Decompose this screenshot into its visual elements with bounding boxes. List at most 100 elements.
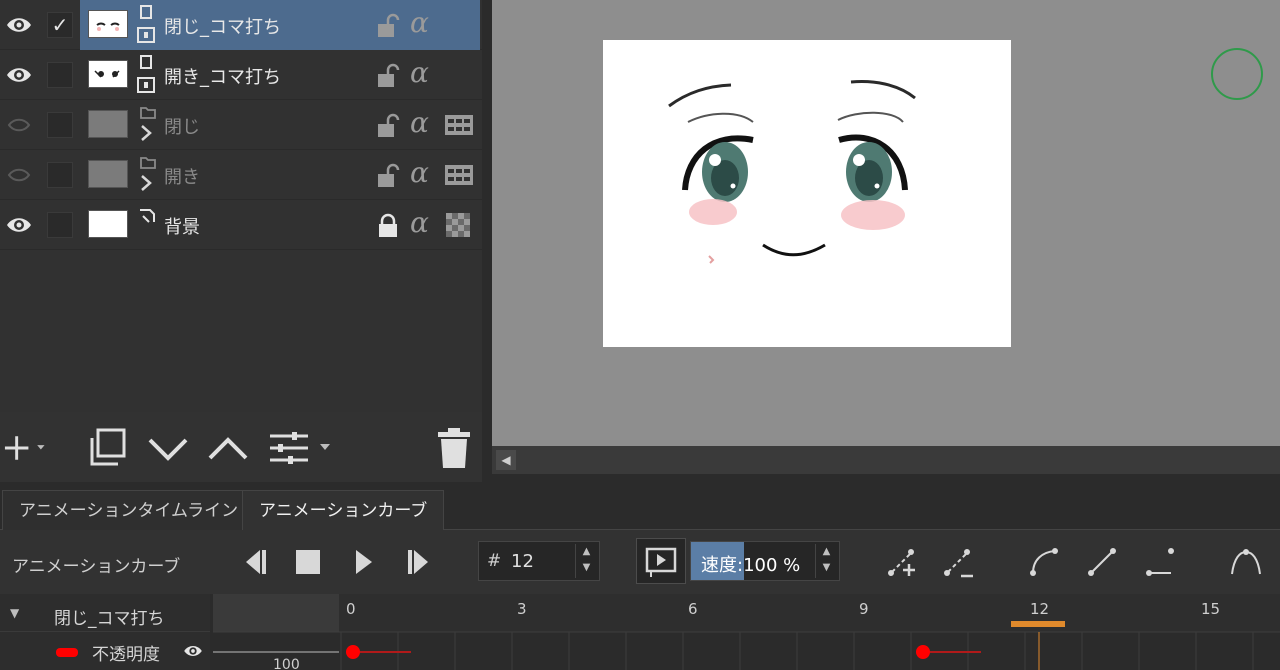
canvas-horizontal-scrollbar[interactable]: ◀ [492, 446, 1280, 474]
current-frame-marker [1011, 621, 1065, 627]
layer-row[interactable]: 閉じ α [0, 100, 482, 150]
layer-thumbnail [88, 10, 128, 38]
checker-icon[interactable] [444, 212, 474, 238]
tab-animation-curves[interactable]: アニメーションカーブ [242, 490, 445, 530]
layer-thumbnail [88, 160, 128, 188]
group-folder-icon [140, 157, 156, 191]
filmstrip-icon[interactable] [444, 112, 474, 138]
frame-ruler [339, 594, 1280, 632]
frame-value[interactable]: 12 [511, 551, 534, 572]
eye-icon[interactable] [4, 60, 34, 90]
channel-visibility-icon[interactable] [182, 640, 204, 662]
layer-properties-icon[interactable] [266, 426, 342, 470]
speed-spinner[interactable]: ▲ ▼ [815, 544, 837, 578]
collapse-arrow-icon[interactable]: ▼ [10, 606, 19, 620]
ruler-corner [213, 594, 339, 632]
layer-row[interactable]: ✓ 閉じ_コマ打ち α [0, 0, 482, 50]
layer-checkbox[interactable] [47, 212, 73, 238]
brush-cursor [1211, 48, 1263, 100]
layer-row[interactable]: 開き α [0, 150, 482, 200]
frame-spinner[interactable]: ▲ ▼ [575, 544, 597, 578]
layer-checkbox[interactable] [47, 62, 73, 88]
alpha-lock-icon[interactable]: α [410, 56, 429, 89]
add-layer-icon[interactable] [2, 426, 46, 470]
filmstrip-icon[interactable] [444, 162, 474, 188]
frame-prefix: # [487, 551, 502, 571]
channel-layer-row[interactable]: ▼ 閉じ_コマ打ち [0, 594, 210, 632]
docker-tab-bar: アニメーションタイムライン アニメーションカーブ [0, 482, 1280, 530]
layer-name-cell[interactable]: 閉じ α [80, 100, 480, 150]
channel-name: 不透明度 [92, 645, 160, 665]
channel-layer-name: 閉じ_コマ打ち [54, 609, 165, 629]
play-icon[interactable] [346, 544, 382, 580]
unlock-icon[interactable] [374, 62, 402, 90]
layer-checkbox[interactable] [47, 112, 73, 138]
ruler-tick-label: 15 [1201, 600, 1220, 618]
keyframe-point [916, 645, 930, 659]
playback-options-button[interactable] [636, 538, 686, 584]
group-folder-icon [140, 107, 156, 141]
channel-row[interactable]: 不透明度 [0, 634, 210, 670]
eye-closed-icon[interactable] [4, 110, 34, 140]
eye-icon[interactable] [4, 10, 34, 40]
paint-layer-icon [140, 209, 155, 223]
layer-checkbox[interactable]: ✓ [47, 12, 73, 38]
layer-name-cell[interactable]: 開き α [80, 150, 480, 200]
animation-curves-toolbar: アニメーションカーブ # 12 ▲ ▼ 速度:100 % ▲ ▼ [0, 530, 1280, 594]
panel-divider[interactable] [482, 0, 492, 482]
canvas-area[interactable] [492, 0, 1280, 446]
next-frame-icon[interactable] [402, 544, 438, 580]
layer-row[interactable]: 背景 α [0, 200, 482, 250]
remove-keyframe-icon[interactable] [940, 544, 976, 580]
tab-animation-timeline[interactable]: アニメーションタイムライン [2, 490, 256, 530]
channel-color-swatch [56, 648, 78, 657]
linear-interpolation-icon[interactable] [1084, 544, 1120, 580]
layer-thumbnail [88, 210, 128, 238]
move-up-icon[interactable] [206, 426, 250, 470]
layer-thumbnail [88, 110, 128, 138]
layer-checkbox[interactable] [47, 162, 73, 188]
canvas-document[interactable] [603, 40, 1011, 347]
layer-toolbar [0, 412, 482, 482]
curve-graph-canvas[interactable]: 0 3 6 9 12 15 100 [213, 594, 1280, 670]
scroll-left-icon[interactable]: ◀ [496, 450, 516, 470]
layer-name-cell[interactable]: 閉じ_コマ打ち α [80, 0, 480, 50]
speed-label: 速度:100 % [701, 555, 801, 576]
ruler-tick-label: 9 [859, 600, 869, 618]
curve-graph[interactable]: 0 3 6 9 12 15 100 [213, 594, 1280, 670]
lock-icon[interactable] [374, 212, 402, 240]
previous-frame-icon[interactable] [236, 544, 272, 580]
unlock-icon[interactable] [374, 112, 402, 140]
add-keyframe-icon[interactable] [884, 544, 920, 580]
move-down-icon[interactable] [146, 426, 190, 470]
alpha-lock-icon[interactable]: α [410, 156, 429, 189]
ruler-tick-label: 0 [346, 600, 356, 618]
eye-closed-icon[interactable] [4, 160, 34, 190]
animation-layer-icon [137, 55, 155, 93]
duplicate-layer-icon[interactable] [86, 426, 130, 470]
alpha-lock-icon[interactable]: α [410, 106, 429, 139]
layer-name: 背景 [164, 217, 200, 238]
stop-icon[interactable] [290, 544, 326, 580]
alpha-lock-icon[interactable]: α [410, 206, 429, 239]
ruler-tick-label: 3 [517, 600, 527, 618]
layer-name-cell[interactable]: 開き_コマ打ち α [80, 50, 480, 100]
frame-number-field[interactable]: # 12 ▲ ▼ [478, 541, 600, 581]
layer-name-cell[interactable]: 背景 α [80, 200, 480, 250]
constant-interpolation-icon[interactable] [1142, 544, 1178, 580]
smooth-interpolation-icon[interactable] [1026, 544, 1062, 580]
layer-row[interactable]: 開き_コマ打ち α [0, 50, 482, 100]
delete-layer-icon[interactable] [432, 426, 476, 470]
unlock-icon[interactable] [374, 12, 402, 40]
eye-icon[interactable] [4, 210, 34, 240]
layer-name: 閉じ [164, 117, 200, 138]
sharp-curve-icon[interactable] [1228, 544, 1264, 580]
alpha-lock-icon[interactable]: α [410, 6, 429, 39]
layers-panel: ✓ 閉じ_コマ打ち α 開き_コマ打ち α 閉じ α 開き α 背景 α [0, 0, 482, 412]
layer-name: 閉じ_コマ打ち [164, 17, 281, 38]
ruler-tick-label: 12 [1030, 600, 1049, 618]
docker-title: アニメーションカーブ [12, 557, 181, 577]
playback-speed-field[interactable]: 速度:100 % ▲ ▼ [690, 541, 840, 581]
layer-name: 開き_コマ打ち [164, 67, 281, 88]
unlock-icon[interactable] [374, 162, 402, 190]
